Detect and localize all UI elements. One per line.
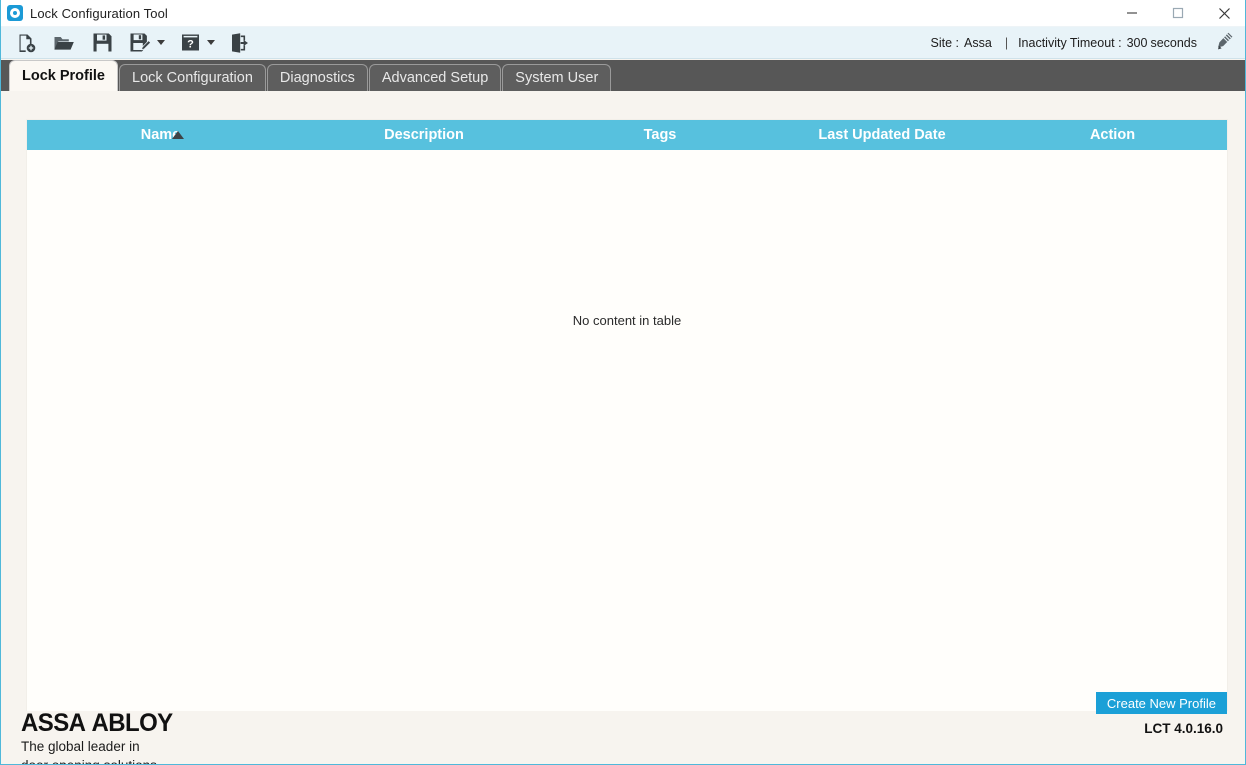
inactivity-timeout-unit: seconds xyxy=(1150,36,1197,50)
save-as-button[interactable] xyxy=(121,27,171,59)
site-value: Assa xyxy=(964,36,992,50)
inactivity-timeout-value: 300 xyxy=(1127,36,1148,50)
empty-table-message: No content in table xyxy=(27,313,1227,328)
pencil-icon xyxy=(1214,31,1234,54)
new-file-icon xyxy=(13,30,39,56)
maximize-icon[interactable] xyxy=(1155,0,1201,27)
tab-label: Diagnostics xyxy=(280,70,355,86)
column-label: Description xyxy=(384,127,464,143)
create-new-profile-button[interactable]: Create New Profile xyxy=(1096,692,1227,714)
svg-text:?: ? xyxy=(187,38,194,50)
chevron-down-icon[interactable] xyxy=(207,40,215,45)
exit-button[interactable] xyxy=(221,27,259,59)
save-button[interactable] xyxy=(83,27,121,59)
profiles-table: Name Description Tags Last Updated Date … xyxy=(26,119,1228,711)
toolbar-status: Site : Assa | Inactivity Timeout : 300 s… xyxy=(931,30,1246,56)
tab-lock-configuration[interactable]: Lock Configuration xyxy=(119,64,266,91)
open-folder-icon xyxy=(51,30,77,56)
title-bar: Lock Configuration Tool xyxy=(1,0,1246,27)
tab-advanced-setup[interactable]: Advanced Setup xyxy=(369,64,501,91)
chevron-down-icon[interactable] xyxy=(157,40,165,45)
tagline-line-2: door opening solutions xyxy=(21,757,179,765)
application-window: Lock Configuration Tool xyxy=(0,0,1246,765)
column-label: Last Updated Date xyxy=(818,127,945,143)
open-folder-button[interactable] xyxy=(45,27,83,59)
tagline-line-1: The global leader in xyxy=(21,738,179,757)
save-as-icon xyxy=(127,30,153,56)
tab-system-user[interactable]: System User xyxy=(502,64,611,91)
window-title: Lock Configuration Tool xyxy=(30,6,168,21)
column-header-description[interactable]: Description xyxy=(294,120,554,150)
column-header-tags[interactable]: Tags xyxy=(554,120,766,150)
help-button[interactable]: ? xyxy=(171,27,221,59)
content-area: Name Description Tags Last Updated Date … xyxy=(1,91,1245,763)
tab-label: Lock Profile xyxy=(22,68,105,84)
site-label: Site : xyxy=(931,36,960,50)
minimize-icon[interactable] xyxy=(1109,0,1155,27)
tab-diagnostics[interactable]: Diagnostics xyxy=(267,64,368,91)
column-header-name[interactable]: Name xyxy=(27,120,294,150)
table-body: No content in table xyxy=(27,150,1227,711)
logo-word-abloy: ABLOY xyxy=(91,709,172,737)
column-label: Tags xyxy=(644,127,677,143)
edit-settings-button[interactable] xyxy=(1209,30,1239,56)
new-file-button[interactable] xyxy=(7,27,45,59)
sort-ascending-icon[interactable] xyxy=(172,131,184,139)
tab-bar: Lock Profile Lock Configuration Diagnost… xyxy=(1,60,1246,91)
tab-label: Advanced Setup xyxy=(382,70,488,86)
save-icon xyxy=(89,30,115,56)
tab-label: System User xyxy=(515,70,598,86)
status-separator: | xyxy=(1005,36,1008,50)
version-label: LCT 4.0.16.0 xyxy=(1144,721,1223,736)
table-header-row: Name Description Tags Last Updated Date … xyxy=(27,120,1227,150)
close-icon[interactable] xyxy=(1201,0,1246,27)
window-controls xyxy=(1109,0,1246,27)
tab-label: Lock Configuration xyxy=(132,70,253,86)
column-header-last-updated-date[interactable]: Last Updated Date xyxy=(766,120,998,150)
tab-lock-profile[interactable]: Lock Profile xyxy=(9,60,118,91)
column-label: Action xyxy=(1090,127,1135,143)
assa-abloy-logo: ASSA ABLOY The global leader in door ope… xyxy=(21,710,179,765)
column-header-action[interactable]: Action xyxy=(998,120,1227,150)
exit-icon xyxy=(227,30,253,56)
help-icon: ? xyxy=(177,30,203,56)
toolbar: ? Site : Assa | Inactivity Timeout : 300… xyxy=(1,27,1246,59)
logo-word-assa: ASSA xyxy=(21,709,85,737)
inactivity-timeout-label: Inactivity Timeout : xyxy=(1018,36,1122,50)
logo-tagline: The global leader in door opening soluti… xyxy=(21,738,179,765)
assa-abloy-logo-icon xyxy=(7,5,23,21)
logo-wordmark: ASSA ABLOY xyxy=(21,710,173,736)
